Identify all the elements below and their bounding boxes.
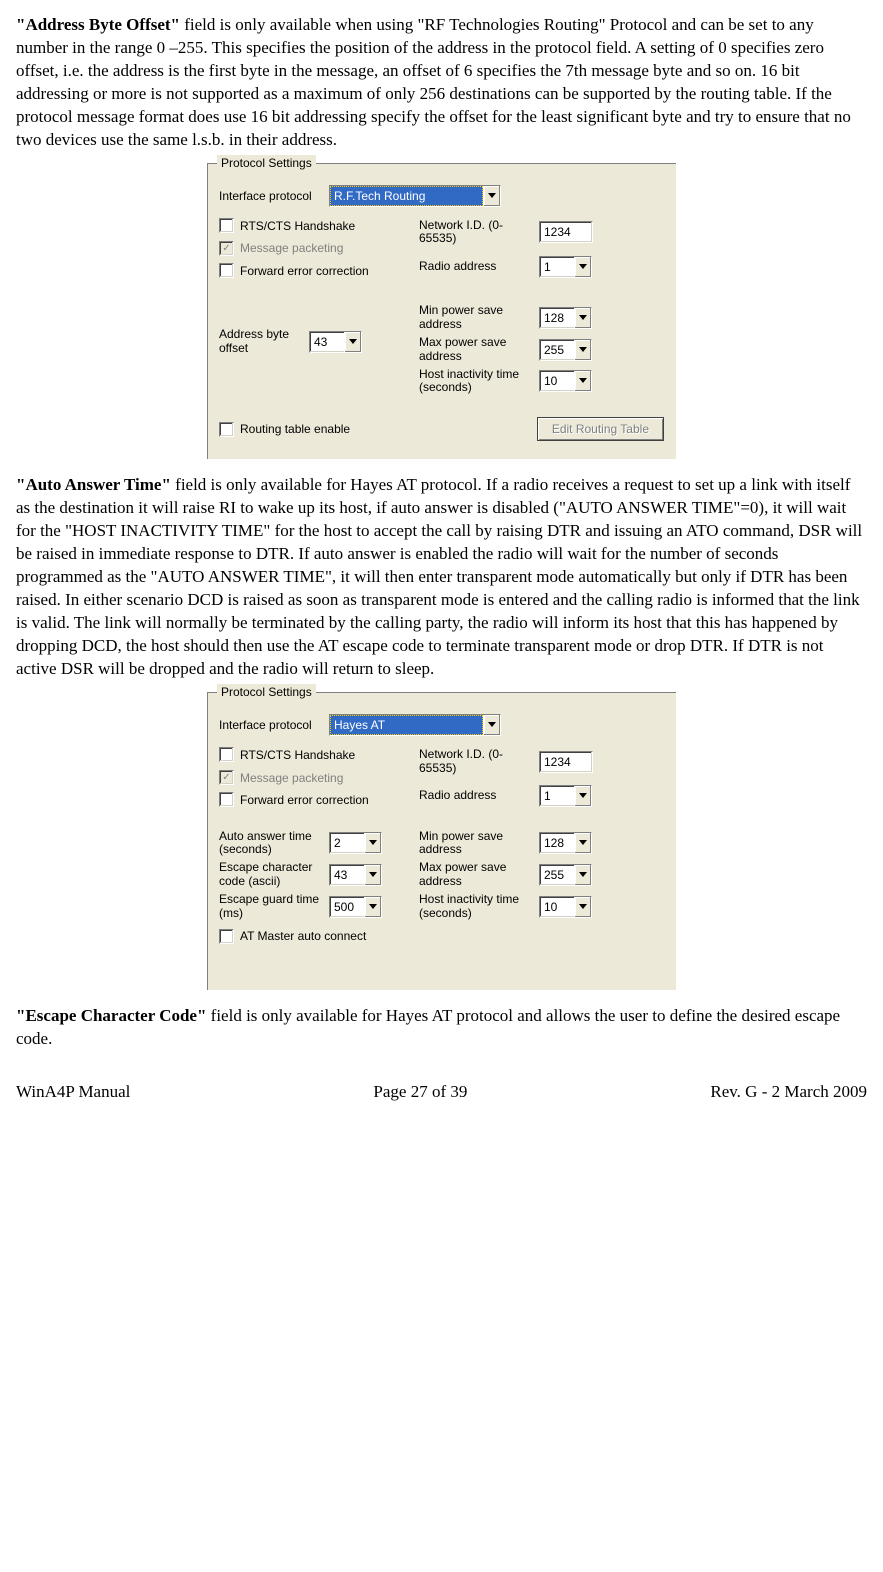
escape-guard-dropdown[interactable]: 500 xyxy=(329,896,382,918)
chevron-down-icon[interactable] xyxy=(364,833,381,853)
host-inactivity-dropdown[interactable]: 10 xyxy=(539,370,592,392)
rts-cts-label: RTS/CTS Handshake xyxy=(240,218,355,234)
min-power-dropdown[interactable]: 128 xyxy=(539,307,592,329)
chevron-down-icon[interactable] xyxy=(574,340,591,360)
escape-char-value: 43 xyxy=(330,865,364,885)
chevron-down-icon[interactable] xyxy=(574,786,591,806)
chevron-down-icon[interactable] xyxy=(574,371,591,391)
host-inactivity-label: Host inactivity time (seconds) xyxy=(419,893,539,921)
chevron-down-icon[interactable] xyxy=(344,332,361,352)
network-id-label: Network I.D. (0-65535) xyxy=(419,219,539,247)
host-inactivity-dropdown[interactable]: 10 xyxy=(539,896,592,918)
max-power-dropdown[interactable]: 255 xyxy=(539,864,592,886)
auto-answer-value: 2 xyxy=(330,833,364,853)
check-icon: ✓ xyxy=(219,770,234,785)
chevron-down-icon[interactable] xyxy=(364,865,381,885)
rts-cts-checkbox[interactable]: RTS/CTS Handshake xyxy=(219,747,355,763)
interface-protocol-value: R.F.Tech Routing xyxy=(330,186,483,206)
footer-left: WinA4P Manual xyxy=(16,1081,130,1104)
interface-protocol-label: Interface protocol xyxy=(219,188,329,204)
interface-protocol-value: Hayes AT xyxy=(330,715,483,735)
page-footer: WinA4P Manual Page 27 of 39 Rev. G - 2 M… xyxy=(16,1081,867,1104)
rts-cts-label: RTS/CTS Handshake xyxy=(240,747,355,763)
address-byte-offset-value: 43 xyxy=(310,332,344,352)
min-power-value: 128 xyxy=(540,308,574,328)
chevron-down-icon[interactable] xyxy=(364,897,381,917)
auto-answer-label: Auto answer time (seconds) xyxy=(219,830,329,858)
radio-address-label: Radio address xyxy=(419,260,539,274)
fec-checkbox[interactable]: Forward error correction xyxy=(219,792,369,808)
message-packeting-checkbox: ✓ Message packeting xyxy=(219,770,343,786)
max-power-label: Max power save address xyxy=(419,336,539,364)
fec-checkbox[interactable]: Forward error correction xyxy=(219,263,369,279)
radio-address-value: 1 xyxy=(540,257,574,277)
heading-auto-answer-time: "Auto Answer Time" xyxy=(16,475,171,494)
max-power-dropdown[interactable]: 255 xyxy=(539,339,592,361)
routing-table-enable-checkbox[interactable]: Routing table enable xyxy=(219,421,350,437)
host-inactivity-value: 10 xyxy=(540,897,574,917)
panel-protocol-settings-2: Protocol Settings Interface protocol Hay… xyxy=(206,691,677,991)
interface-protocol-dropdown[interactable]: Hayes AT xyxy=(329,714,501,736)
edit-routing-table-button: Edit Routing Table xyxy=(537,417,664,441)
max-power-label: Max power save address xyxy=(419,861,539,889)
para-addr-byte-offset: "Address Byte Offset" field is only avai… xyxy=(16,14,867,152)
address-byte-offset-dropdown[interactable]: 43 xyxy=(309,331,362,353)
routing-table-enable-label: Routing table enable xyxy=(240,421,350,437)
chevron-down-icon[interactable] xyxy=(574,257,591,277)
footer-center: Page 27 of 39 xyxy=(373,1081,467,1104)
address-byte-offset-label: Address byte offset xyxy=(219,328,309,356)
radio-address-label: Radio address xyxy=(419,789,539,803)
fec-label: Forward error correction xyxy=(240,792,369,808)
interface-protocol-dropdown[interactable]: R.F.Tech Routing xyxy=(329,185,501,207)
message-packeting-checkbox: ✓ Message packeting xyxy=(219,240,343,256)
message-packeting-label: Message packeting xyxy=(240,770,343,786)
auto-answer-dropdown[interactable]: 2 xyxy=(329,832,382,854)
host-inactivity-label: Host inactivity time (seconds) xyxy=(419,368,539,396)
para-escape-char-code: "Escape Character Code" field is only av… xyxy=(16,1005,867,1051)
radio-address-dropdown[interactable]: 1 xyxy=(539,256,592,278)
host-inactivity-value: 10 xyxy=(540,371,574,391)
radio-address-value: 1 xyxy=(540,786,574,806)
chevron-down-icon[interactable] xyxy=(574,308,591,328)
escape-char-dropdown[interactable]: 43 xyxy=(329,864,382,886)
network-id-label: Network I.D. (0-65535) xyxy=(419,748,539,776)
footer-right: Rev. G - 2 March 2009 xyxy=(710,1081,867,1104)
min-power-dropdown[interactable]: 128 xyxy=(539,832,592,854)
network-id-input[interactable]: 1234 xyxy=(539,221,593,243)
groupbox-legend: Protocol Settings xyxy=(217,684,316,700)
heading-escape-char-code: "Escape Character Code" xyxy=(16,1006,206,1025)
groupbox-legend: Protocol Settings xyxy=(217,155,316,171)
min-power-label: Min power save address xyxy=(419,830,539,858)
message-packeting-label: Message packeting xyxy=(240,240,343,256)
chevron-down-icon[interactable] xyxy=(574,865,591,885)
radio-address-dropdown[interactable]: 1 xyxy=(539,785,592,807)
para-auto-answer-time: "Auto Answer Time" field is only availab… xyxy=(16,474,867,680)
heading-addr-byte-offset: "Address Byte Offset" xyxy=(16,15,180,34)
interface-protocol-label: Interface protocol xyxy=(219,717,329,733)
chevron-down-icon[interactable] xyxy=(483,186,500,206)
panel-protocol-settings-1: Protocol Settings Interface protocol R.F… xyxy=(206,162,677,461)
network-id-input[interactable]: 1234 xyxy=(539,751,593,773)
at-master-auto-connect-checkbox[interactable]: AT Master auto connect xyxy=(219,928,366,944)
min-power-value: 128 xyxy=(540,833,574,853)
chevron-down-icon[interactable] xyxy=(574,897,591,917)
check-icon: ✓ xyxy=(219,241,234,256)
min-power-label: Min power save address xyxy=(419,304,539,332)
max-power-value: 255 xyxy=(540,865,574,885)
text-auto-answer-time: field is only available for Hayes AT pro… xyxy=(16,475,862,678)
chevron-down-icon[interactable] xyxy=(574,833,591,853)
text-addr-byte-offset: field is only available when using "RF T… xyxy=(16,15,851,149)
max-power-value: 255 xyxy=(540,340,574,360)
fec-label: Forward error correction xyxy=(240,263,369,279)
escape-guard-value: 500 xyxy=(330,897,364,917)
rts-cts-checkbox[interactable]: RTS/CTS Handshake xyxy=(219,218,355,234)
escape-char-label: Escape character code (ascii) xyxy=(219,861,329,889)
at-master-auto-connect-label: AT Master auto connect xyxy=(240,928,366,944)
escape-guard-label: Escape guard time (ms) xyxy=(219,893,329,921)
chevron-down-icon[interactable] xyxy=(483,715,500,735)
